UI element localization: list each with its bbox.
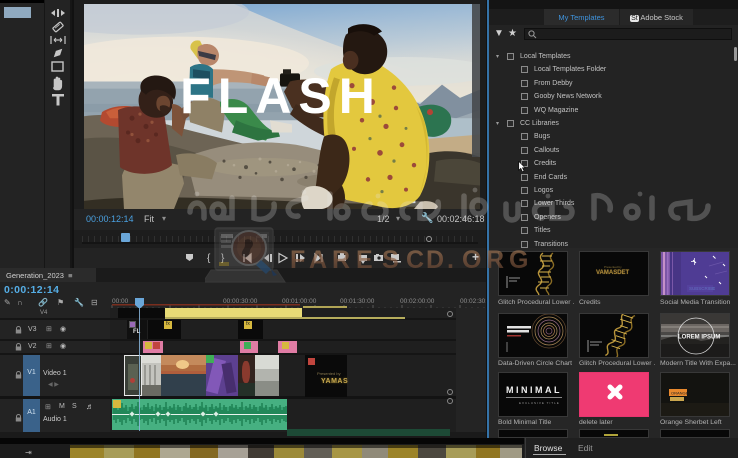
svg-text:00:00:30:00: 00:00:30:00 bbox=[223, 298, 258, 305]
svg-text:00:00: 00:00 bbox=[112, 298, 129, 305]
svg-text:00:02:30:00: 00:02:30:00 bbox=[460, 298, 486, 305]
svg-text:{: { bbox=[207, 253, 211, 264]
svg-text:00:02:00:00: 00:02:00:00 bbox=[400, 298, 435, 305]
svg-text:ORANGE: ORANGE bbox=[671, 391, 689, 396]
svg-text:LOREM IPSUM: LOREM IPSUM bbox=[678, 335, 720, 341]
svg-text:}: } bbox=[221, 253, 225, 264]
svg-text:00:01:00:00: 00:01:00:00 bbox=[282, 298, 317, 305]
svg-text:00:01:30:00: 00:01:30:00 bbox=[340, 298, 375, 305]
